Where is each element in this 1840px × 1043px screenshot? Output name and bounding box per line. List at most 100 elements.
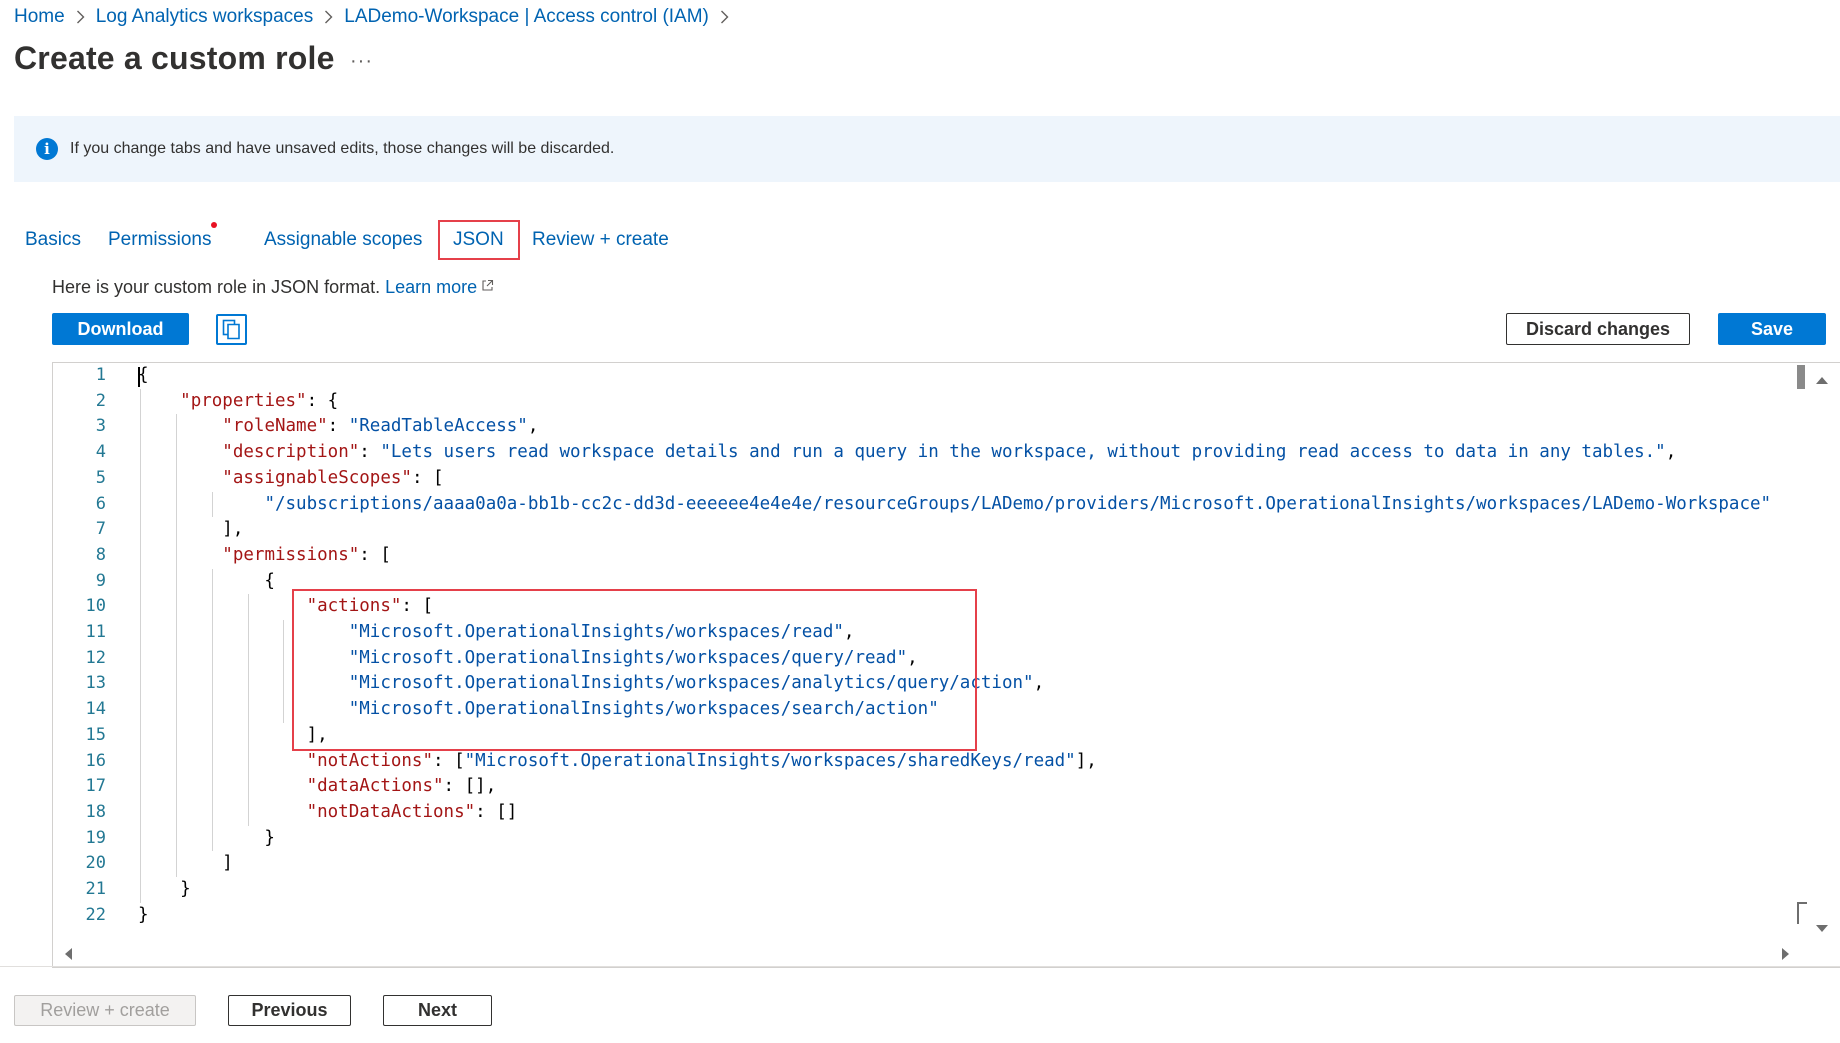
description-text: Here is your custom role in JSON format. [52, 277, 381, 297]
chevron-right-icon [324, 10, 333, 24]
code-line: 15 ], [53, 723, 1753, 749]
scrollbar-thumb-top[interactable] [1797, 365, 1805, 389]
tab-bar: Basics Permissions Assignable scopes JSO… [0, 220, 800, 260]
line-number: 2 [95, 390, 106, 411]
save-button[interactable]: Save [1718, 313, 1826, 345]
code-text: } [138, 879, 191, 899]
code-line: 18 "notDataActions": [] [53, 800, 1753, 826]
line-number: 8 [95, 544, 106, 565]
breadcrumb: Home Log Analytics workspaces LADemo-Wor… [14, 5, 740, 29]
scroll-up-arrow-icon[interactable] [1815, 375, 1829, 385]
code-line: 19 } [53, 826, 1753, 852]
code-text: "Microsoft.OperationalInsights/workspace… [348, 673, 1045, 694]
vertical-scrollbar[interactable] [1780, 363, 1840, 938]
code-line: 7 ], [53, 517, 1753, 543]
code-line: 22} [53, 903, 1753, 929]
code-text: "properties": { [180, 390, 339, 411]
text-cursor [138, 367, 140, 387]
code-line: 12 "Microsoft.OperationalInsights/worksp… [53, 646, 1753, 672]
scroll-down-arrow-icon[interactable] [1815, 924, 1829, 934]
line-number: 14 [85, 699, 106, 720]
line-number: 11 [85, 622, 106, 642]
code-line: 3 "roleName": "ReadTableAccess", [53, 414, 1753, 440]
code-line: 1{ [53, 363, 1753, 389]
scroll-right-arrow-icon[interactable] [1781, 947, 1791, 961]
code-text: "notDataActions": [] [306, 801, 518, 822]
learn-more-label: Learn more [385, 277, 478, 297]
line-number: 22 [85, 904, 106, 925]
next-button[interactable]: Next [383, 995, 492, 1026]
code-text: ] [138, 853, 233, 874]
tab-review-create[interactable]: Review + create [532, 220, 669, 260]
chevron-right-icon [720, 10, 729, 24]
discard-changes-button[interactable]: Discard changes [1506, 313, 1690, 345]
previous-button[interactable]: Previous [228, 995, 351, 1026]
tab-json[interactable]: JSON [438, 220, 520, 260]
indent-guide [247, 594, 249, 826]
line-number: 20 [85, 853, 106, 874]
line-number: 16 [85, 750, 106, 771]
code-line: 9 { [53, 569, 1753, 595]
breadcrumb-log-analytics[interactable]: Log Analytics workspaces [96, 6, 314, 28]
code-text: ], [138, 519, 244, 540]
code-text: } [138, 827, 275, 848]
code-line: 8 "permissions": [ [53, 543, 1753, 569]
code-text: "description": "Lets users read workspac… [222, 442, 1677, 463]
breadcrumb-home[interactable]: Home [14, 6, 65, 28]
external-link-icon [482, 279, 494, 291]
code-line: 13 "Microsoft.OperationalInsights/worksp… [53, 671, 1753, 697]
code-text: "actions": [ [306, 596, 434, 617]
line-number: 5 [95, 467, 106, 488]
code-text: "dataActions": [], [306, 776, 497, 797]
line-number: 6 [95, 493, 106, 514]
code-text: "assignableScopes": [ [222, 467, 444, 488]
copy-button[interactable] [216, 314, 247, 345]
indent-guide [211, 491, 213, 518]
info-banner: i If you change tabs and have unsaved ed… [14, 116, 1840, 182]
horizontal-scrollbar[interactable] [53, 939, 1840, 967]
chevron-right-icon [76, 10, 85, 24]
code-text: { [138, 570, 275, 591]
review-create-button[interactable]: Review + create [14, 995, 196, 1026]
line-number: 15 [85, 724, 106, 745]
line-number: 3 [95, 416, 106, 437]
line-number: 18 [85, 801, 106, 822]
code-text: "notActions": ["Microsoft.OperationalIns… [306, 750, 1097, 771]
indent-guide [211, 568, 213, 852]
code-text: "roleName": "ReadTableAccess", [222, 416, 539, 437]
code-line: 6 "/subscriptions/aaaa0a0a-bb1b-cc2c-dd3… [53, 492, 1771, 518]
tab-assignable-scopes[interactable]: Assignable scopes [264, 220, 422, 260]
json-editor[interactable]: 1{2 "properties": {3 "roleName": "ReadTa… [52, 362, 1840, 968]
code-text: "Microsoft.OperationalInsights/workspace… [348, 622, 855, 642]
code-line: 10 "actions": [ [53, 594, 1753, 620]
breadcrumb-workspace-iam[interactable]: LADemo-Workspace | Access control (IAM) [344, 6, 709, 28]
code-text: } [138, 904, 149, 925]
line-number: 21 [85, 879, 106, 899]
code-text: "Microsoft.OperationalInsights/workspace… [348, 699, 939, 720]
learn-more-link[interactable]: Learn more [385, 277, 494, 297]
unsaved-indicator-dot [211, 222, 217, 228]
tab-permissions[interactable]: Permissions [108, 220, 211, 260]
line-number: 4 [95, 442, 106, 463]
code-line: 5 "assignableScopes": [ [53, 466, 1753, 492]
line-number: 9 [95, 570, 106, 591]
code-line: 4 "description": "Lets users read worksp… [53, 440, 1753, 466]
footer-divider [0, 966, 1840, 967]
line-number: 17 [85, 776, 106, 797]
code-text: "/subscriptions/aaaa0a0a-bb1b-cc2c-dd3d-… [264, 493, 1772, 514]
code-line: 20 ] [53, 851, 1753, 877]
code-line: 16 "notActions": ["Microsoft.Operational… [53, 749, 1753, 775]
download-button[interactable]: Download [52, 313, 189, 345]
info-icon: i [36, 138, 58, 160]
indent-guide [175, 414, 177, 877]
line-number: 19 [85, 827, 106, 848]
tab-basics[interactable]: Basics [25, 220, 81, 260]
line-number: 1 [95, 365, 106, 385]
indent-guide [283, 620, 285, 723]
line-number: 7 [95, 519, 106, 540]
scroll-left-arrow-icon[interactable] [63, 947, 73, 961]
code-line: 11 "Microsoft.OperationalInsights/worksp… [53, 620, 1753, 646]
line-number: 12 [85, 647, 106, 668]
more-options-button[interactable]: ··· [350, 50, 373, 73]
scrollbar-thumb-bottom[interactable] [1797, 902, 1807, 924]
